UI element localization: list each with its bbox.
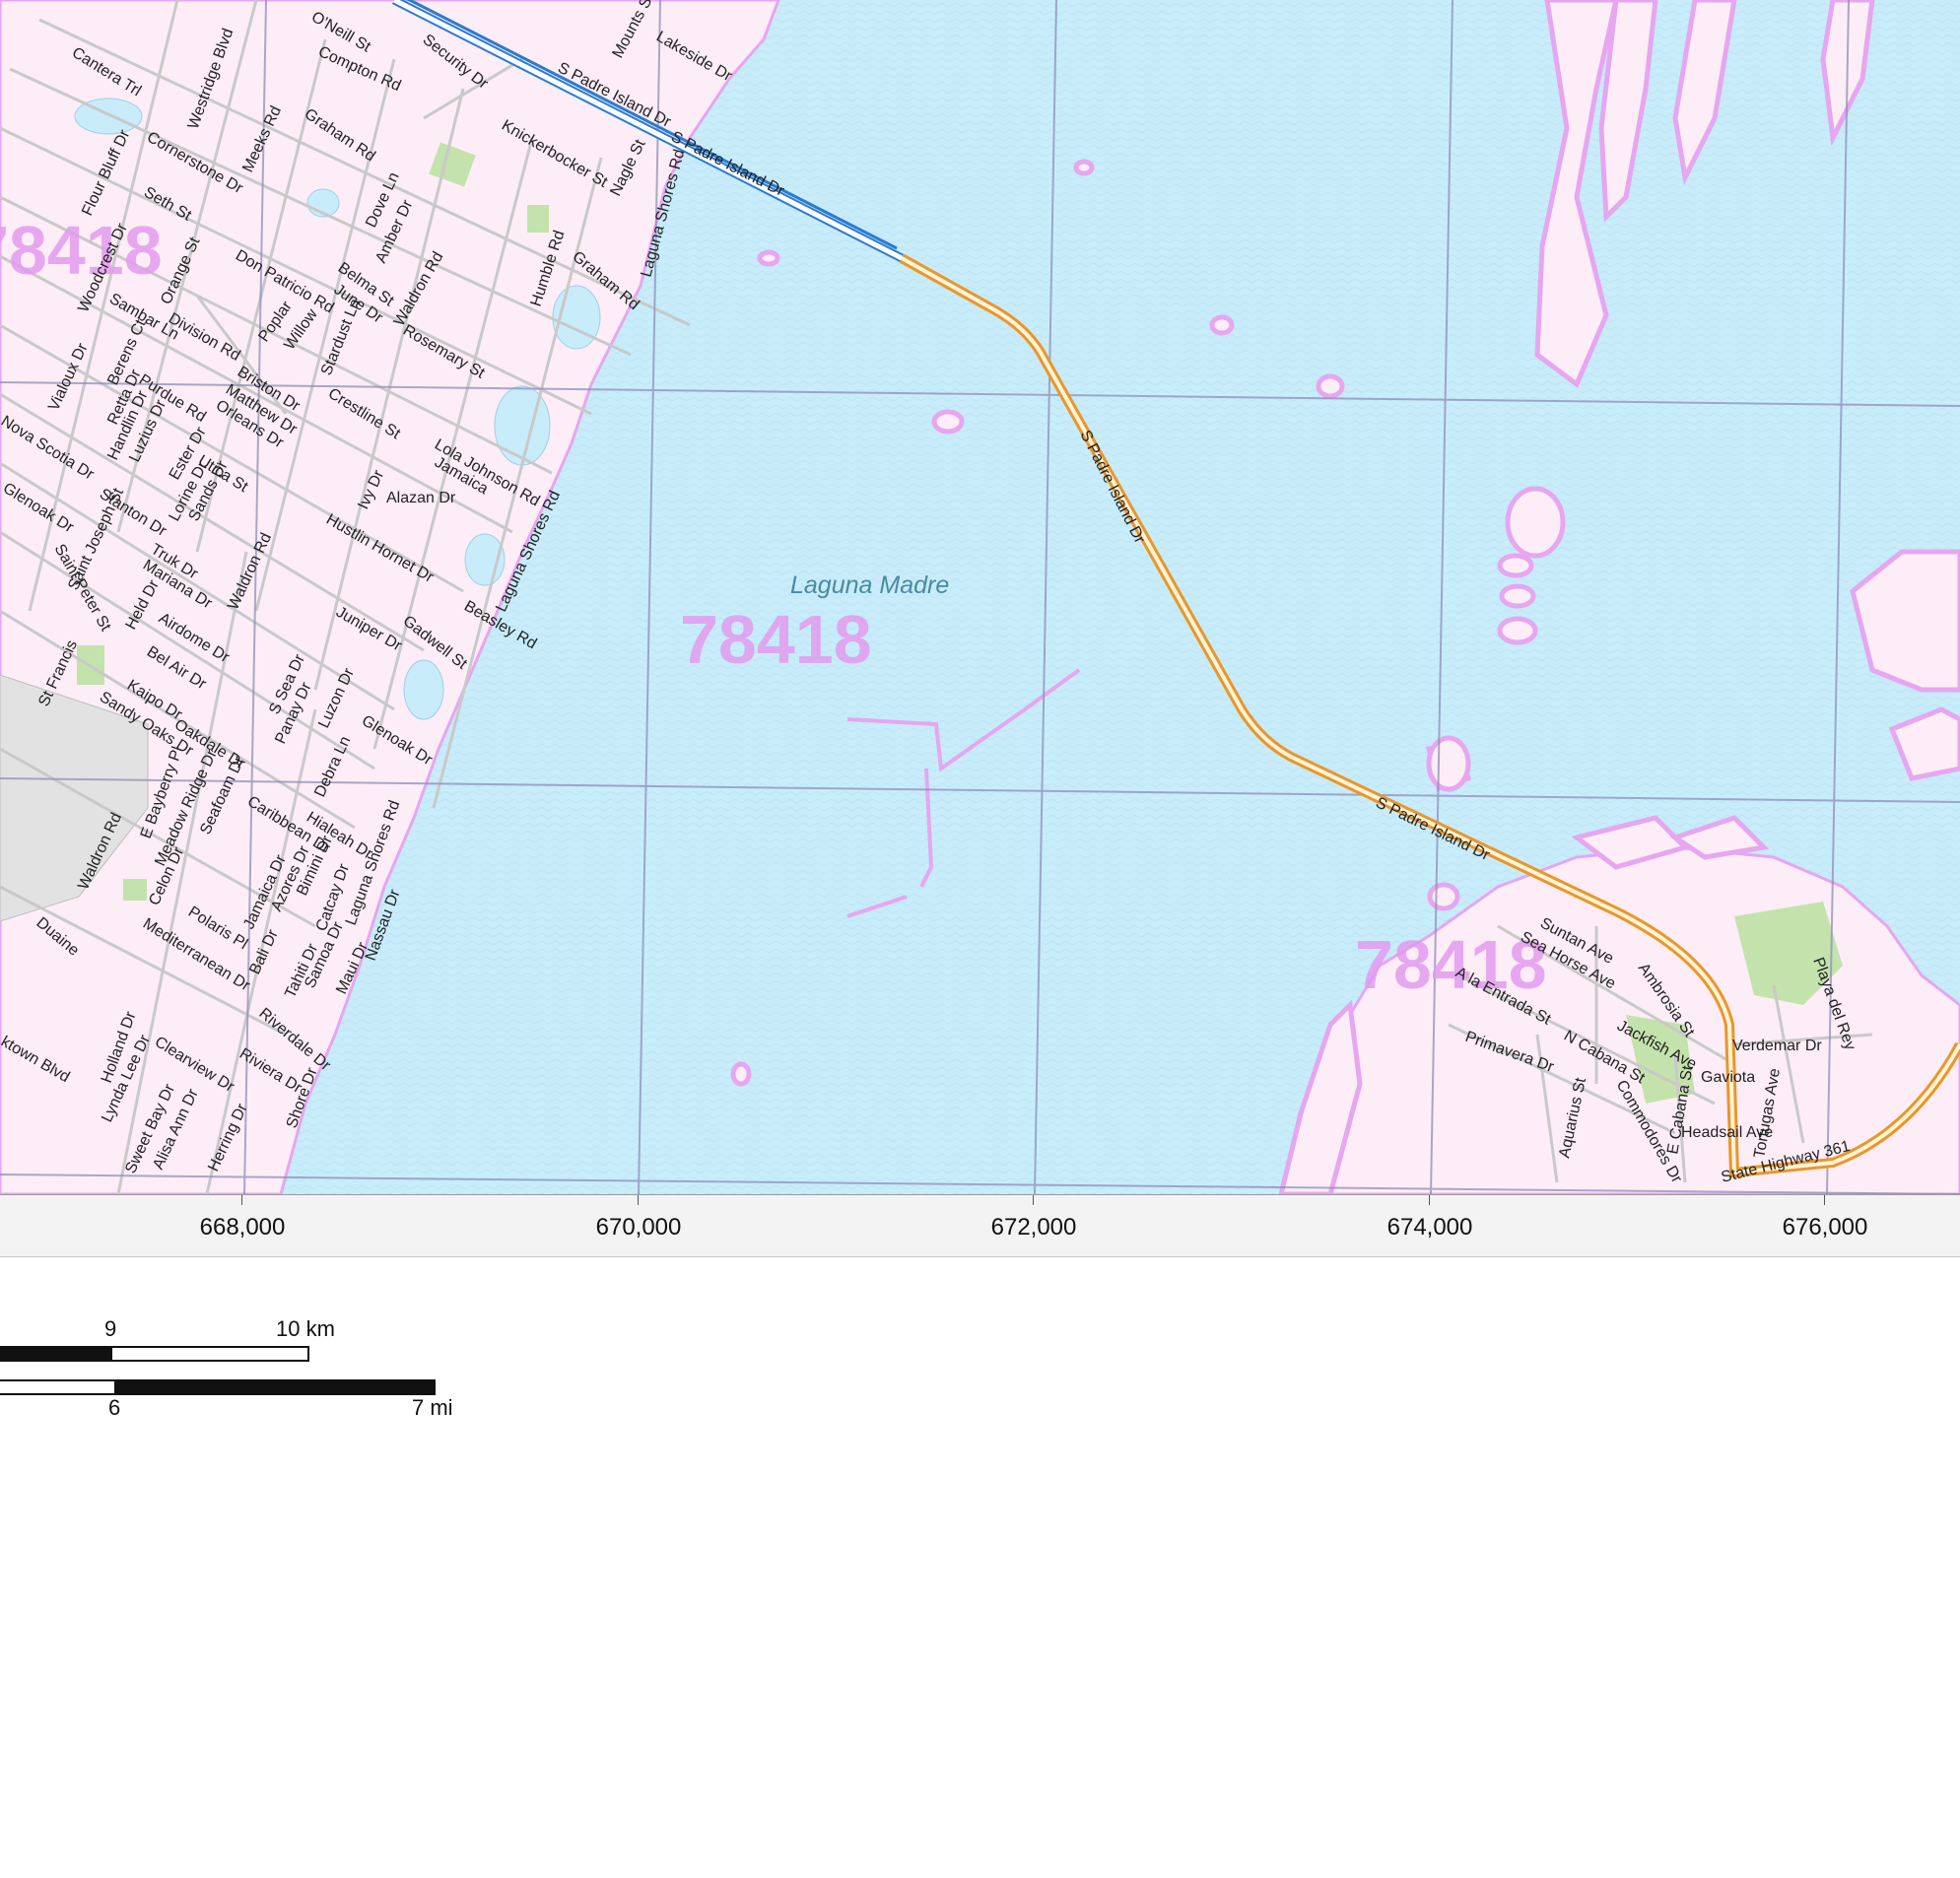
zip-label: 78418: [680, 601, 872, 678]
scale-km-segment-light: [110, 1346, 309, 1362]
axis-tick: [241, 1195, 242, 1205]
axis-tick: [1033, 1195, 1034, 1205]
svg-text:Gaviota: Gaviota: [1701, 1069, 1755, 1086]
scale-mi-label: 7 mi: [412, 1395, 453, 1420]
park: [123, 879, 147, 901]
scale-mi-segment-light: [0, 1379, 116, 1395]
pond: [494, 385, 551, 466]
zip-label: 78418: [0, 212, 163, 289]
scale-km-label: 9: [104, 1316, 117, 1341]
zip-label: 78418: [1355, 926, 1547, 1003]
scale-mi-label: 6: [108, 1395, 121, 1420]
utm-easting-axis: 668,000 670,000 672,000 674,000 676,000: [0, 1194, 1960, 1257]
axis-tick-label: 670,000: [595, 1214, 682, 1241]
scale-km-label: 10 km: [276, 1316, 335, 1341]
park: [527, 205, 549, 233]
axis-tick-label: 668,000: [199, 1214, 286, 1241]
axis-tick-label: 676,000: [1782, 1214, 1868, 1241]
water-label: Laguna Madre: [790, 571, 949, 599]
scale-mi-segment-dark: [114, 1379, 436, 1395]
scale-km-segment-dark: [0, 1346, 112, 1362]
svg-text:Verdemar Dr: Verdemar Dr: [1732, 1038, 1822, 1054]
pond: [403, 659, 444, 720]
map-canvas[interactable]: 78418 78418 78418 Laguna Madre S Padre I…: [0, 0, 1960, 1194]
axis-tick: [638, 1195, 639, 1205]
axis-tick-label: 672,000: [990, 1214, 1077, 1241]
axis-tick: [1824, 1195, 1825, 1205]
axis-tick-label: 674,000: [1386, 1214, 1473, 1241]
axis-tick: [1429, 1195, 1430, 1205]
svg-text:Alazan Dr: Alazan Dr: [386, 490, 456, 506]
